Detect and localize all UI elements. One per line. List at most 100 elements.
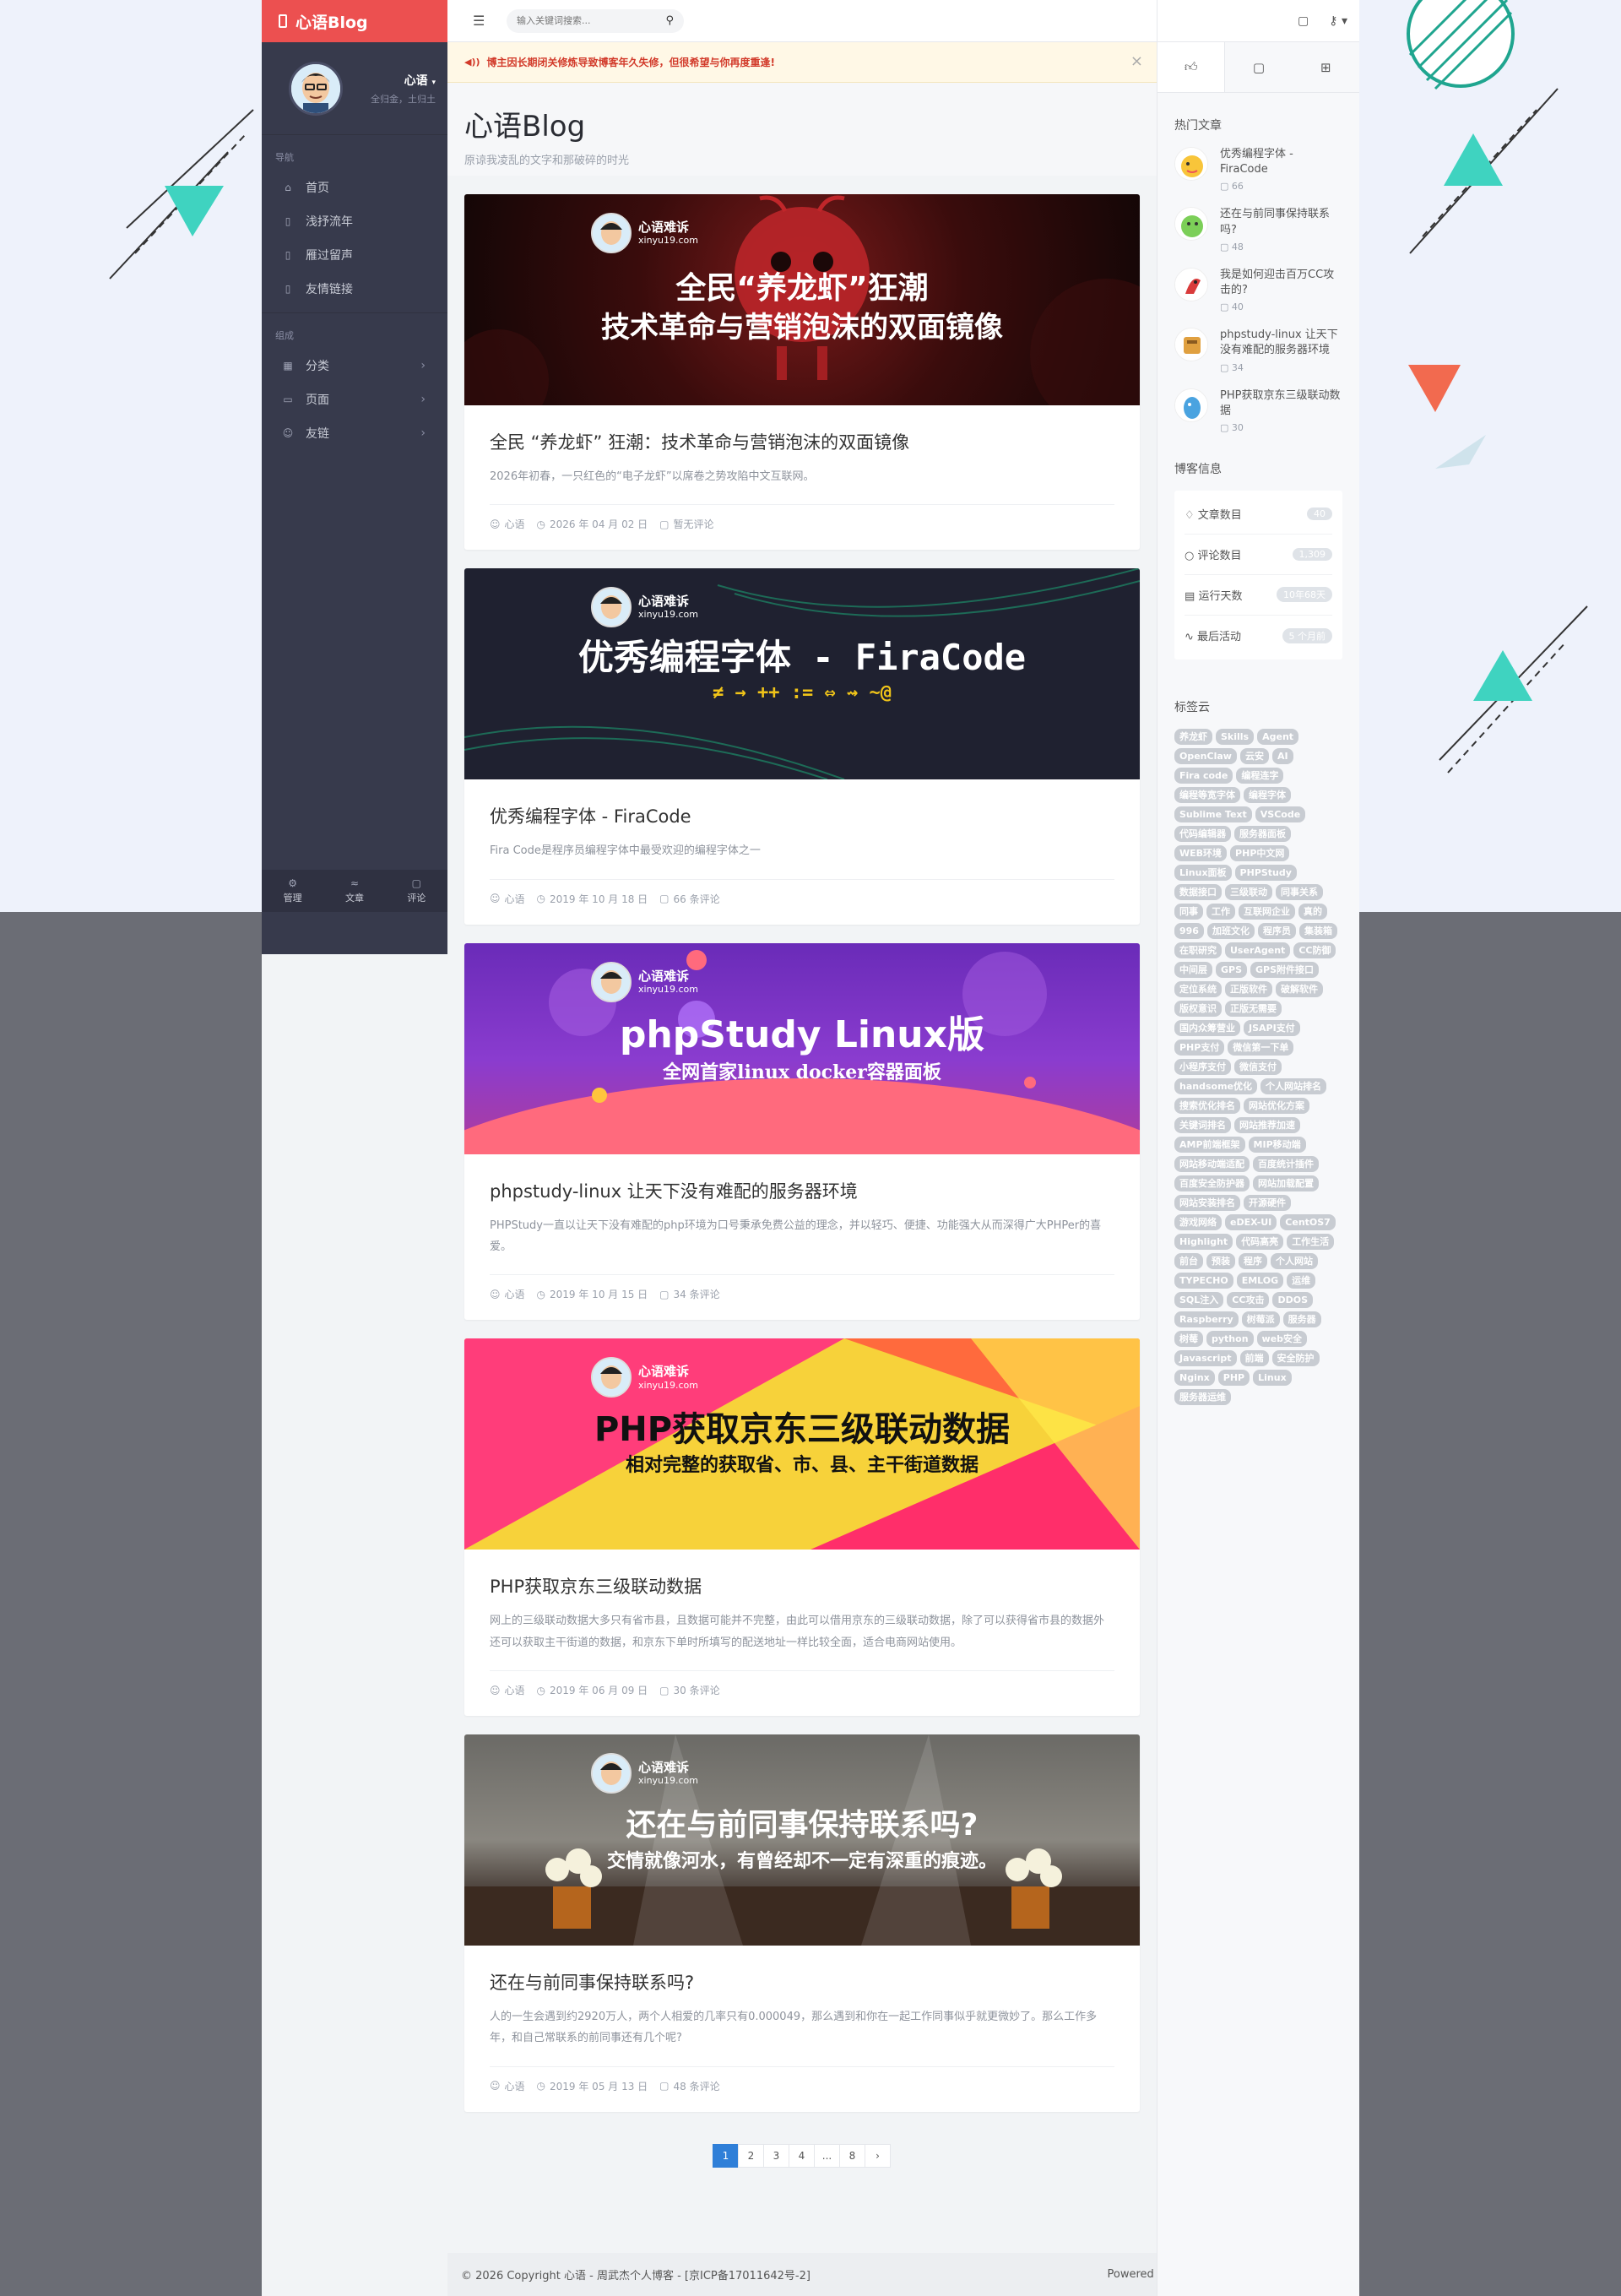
tag-item[interactable]: 网站推荐加速 <box>1234 1116 1300 1133</box>
tag-item[interactable]: 云安 <box>1239 747 1269 764</box>
tag-item[interactable]: 游戏网络 <box>1174 1213 1222 1230</box>
tag-item[interactable]: AMP前端框架 <box>1174 1136 1245 1153</box>
tag-item[interactable]: TYPECHO <box>1174 1272 1233 1289</box>
tag-item[interactable]: 微信支付 <box>1234 1058 1282 1075</box>
tag-item[interactable]: JSAPI支付 <box>1244 1019 1300 1036</box>
tag-item[interactable]: 树莓 <box>1174 1330 1203 1347</box>
post-author[interactable]: 心语 <box>505 1683 525 1697</box>
tag-item[interactable]: 工作生活 <box>1287 1233 1335 1250</box>
tag-item[interactable]: 个人网站 <box>1271 1252 1318 1269</box>
nav-item-pages[interactable]: ▭ 页面 › <box>262 383 447 416</box>
tag-item[interactable]: PHPStudy <box>1234 864 1297 881</box>
next-page-button[interactable]: › <box>865 2143 891 2168</box>
key-icon[interactable]: ⚷ ▾ <box>1329 14 1347 28</box>
profile-card[interactable]: 心语 ▾ 全归金，土归土 <box>262 42 447 135</box>
tag-item[interactable]: 互联网企业 <box>1239 903 1295 920</box>
tag-item[interactable]: 安全防护 <box>1271 1349 1320 1366</box>
search-input[interactable] <box>517 15 666 26</box>
tag-item[interactable]: 数据接口 <box>1174 883 1222 900</box>
hot-article[interactable]: PHP获取京东三级联动数据 ▢ 30 <box>1174 388 1342 433</box>
tag-item[interactable]: UserAgent <box>1225 942 1291 958</box>
tag-item[interactable]: 真的 <box>1298 903 1327 920</box>
tag-item[interactable]: 网站加载配置 <box>1253 1175 1319 1191</box>
tag-item[interactable]: CC攻击 <box>1227 1291 1270 1308</box>
tag-item[interactable]: 小程序支付 <box>1174 1058 1231 1075</box>
post-comments[interactable]: 30 条评论 <box>674 1683 720 1697</box>
post-title[interactable]: 全民 “养龙虾” 狂潮：技术革命与营销泡沫的双面镜像 <box>490 429 1114 454</box>
tag-item[interactable]: Javascript <box>1174 1349 1237 1366</box>
tag-item[interactable]: Sublime Text <box>1174 806 1252 822</box>
tag-item[interactable]: 代码编辑器 <box>1174 825 1231 842</box>
post-card[interactable]: 心语难诉 xinyu19.com phpStudy Linux版 全网首家linu… <box>464 942 1140 1321</box>
page-8-button[interactable]: 8 <box>839 2143 865 2168</box>
tag-item[interactable]: 加班文化 <box>1206 922 1255 939</box>
nav-item-friends[interactable]: ☺ 友链 › <box>262 416 447 450</box>
tag-item[interactable]: 百度统计插件 <box>1253 1155 1319 1172</box>
tag-item[interactable]: 服务器 <box>1282 1311 1321 1327</box>
post-cover[interactable]: 心语难诉 xinyu19.com 还在与前同事保持联系吗? 交情就像河水，有曾经却… <box>464 1734 1140 1946</box>
hot-article[interactable]: 优秀编程字体 - FiraCode ▢ 66 <box>1174 147 1342 192</box>
post-author[interactable]: 心语 <box>505 517 525 531</box>
tag-item[interactable]: SQL注入 <box>1174 1291 1224 1308</box>
articles-rss-button[interactable]: ≈ 文章 <box>345 877 364 904</box>
tag-item[interactable]: eDEX-UI <box>1225 1213 1277 1230</box>
tag-item[interactable]: 网站优化方案 <box>1244 1097 1309 1114</box>
post-card[interactable]: 心语难诉 xinyu19.com 全民“养龙虾”狂潮 技术革命与营销泡沫的双面镜像… <box>464 194 1140 551</box>
tab-comments[interactable]: ▢ <box>1225 42 1292 92</box>
post-cover[interactable]: 心语难诉 xinyu19.com 优秀编程字体 - FiraCode ≠ → ++… <box>464 568 1140 780</box>
post-author[interactable]: 心语 <box>505 1287 525 1301</box>
tag-item[interactable]: 程序员 <box>1257 922 1296 939</box>
tab-hot[interactable]: 👍︎ <box>1157 42 1226 92</box>
tag-item[interactable]: 前端 <box>1239 1349 1269 1366</box>
tag-item[interactable]: 同事 <box>1174 903 1203 920</box>
tag-item[interactable]: CC防御 <box>1293 942 1336 958</box>
tag-item[interactable]: 程序 <box>1239 1252 1267 1269</box>
post-author[interactable]: 心语 <box>505 2079 525 2093</box>
tag-item[interactable]: PHP支付 <box>1174 1039 1225 1056</box>
tag-item[interactable]: Linux <box>1253 1369 1292 1386</box>
menu-toggle-icon[interactable]: ☰ <box>473 13 490 29</box>
tag-item[interactable]: Skills <box>1216 728 1255 745</box>
admin-button[interactable]: ⚙ 管理 <box>284 877 302 904</box>
tag-item[interactable]: python <box>1206 1330 1254 1347</box>
tag-item[interactable]: MIP移动端 <box>1248 1136 1306 1153</box>
hot-article[interactable]: phpstudy-linux 让天下没有难配的服务器环境 ▢ 34 <box>1174 328 1342 373</box>
tag-item[interactable]: GPS附件接口 <box>1250 961 1320 978</box>
tag-item[interactable]: Linux面板 <box>1174 864 1232 881</box>
tag-item[interactable]: EMLOG <box>1236 1272 1284 1289</box>
post-comments[interactable]: 48 条评论 <box>674 2079 720 2093</box>
tag-item[interactable]: 定位系统 <box>1174 980 1222 997</box>
hot-article[interactable]: 还在与前同事保持联系吗? ▢ 48 <box>1174 207 1342 252</box>
tag-item[interactable]: 工作 <box>1206 903 1235 920</box>
tab-random[interactable]: ⊞ <box>1293 42 1359 92</box>
tag-item[interactable]: 养龙虾 <box>1174 728 1212 745</box>
tag-item[interactable]: VSCode <box>1255 806 1306 822</box>
tag-item[interactable]: 搜索优化排名 <box>1174 1097 1240 1114</box>
tag-item[interactable]: 在职研究 <box>1174 942 1222 958</box>
tag-item[interactable]: 代码高亮 <box>1236 1233 1284 1250</box>
chat-icon[interactable]: ▢ <box>1298 14 1309 28</box>
tag-item[interactable]: 正版无需要 <box>1225 1000 1282 1017</box>
tag-item[interactable]: 正版软件 <box>1225 980 1272 997</box>
tag-item[interactable]: GPS <box>1216 961 1248 978</box>
close-icon[interactable]: × <box>1130 52 1143 70</box>
nav-item-home[interactable]: ⌂ 首页 <box>262 171 447 204</box>
tag-item[interactable]: 编程字体 <box>1244 786 1291 803</box>
post-cover[interactable]: 心语难诉 xinyu19.com phpStudy Linux版 全网首家linu… <box>464 942 1140 1154</box>
post-title[interactable]: 还在与前同事保持联系吗? <box>490 1969 1114 1995</box>
post-title[interactable]: 优秀编程字体 - FiraCode <box>490 803 1114 828</box>
tag-item[interactable]: handsome优化 <box>1174 1077 1257 1094</box>
tag-item[interactable]: Highlight <box>1174 1233 1233 1250</box>
search-icon[interactable]: ⚲ <box>665 14 674 27</box>
tag-item[interactable]: 破解软件 <box>1276 980 1323 997</box>
tag-item[interactable]: 预装 <box>1206 1252 1235 1269</box>
tag-item[interactable]: 三级联动 <box>1225 883 1272 900</box>
post-card[interactable]: 心语难诉 xinyu19.com 优秀编程字体 - FiraCode ≠ → ++… <box>464 568 1140 925</box>
hot-article[interactable]: 我是如何迎击百万CC攻击的? ▢ 40 <box>1174 267 1342 312</box>
tag-item[interactable]: 树莓派 <box>1241 1311 1280 1327</box>
tag-item[interactable]: Nginx <box>1174 1369 1215 1386</box>
post-title[interactable]: PHP获取京东三级联动数据 <box>490 1573 1114 1599</box>
page-4-button[interactable]: 4 <box>789 2143 815 2168</box>
post-comments[interactable]: 66 条评论 <box>674 892 720 906</box>
nav-item-links[interactable]: ▯ 友情链接 <box>262 272 447 306</box>
